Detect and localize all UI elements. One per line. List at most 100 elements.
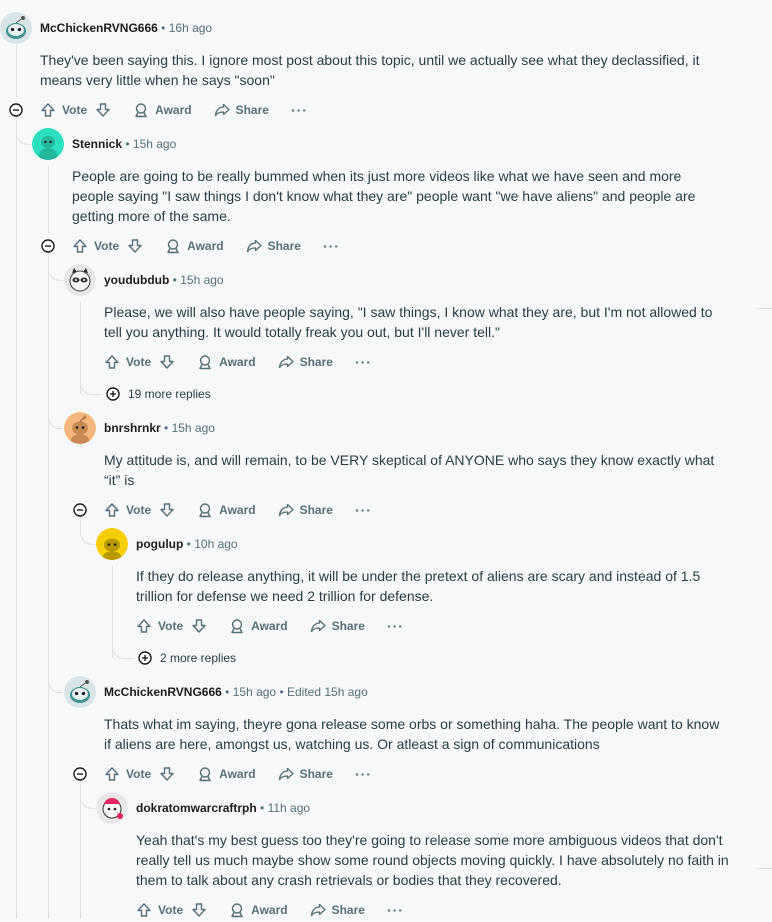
username[interactable]: dokratomwarcraftrph [136,801,257,815]
collapse-button[interactable] [73,503,87,517]
comment-body: People are going to be really bummed whe… [72,168,696,224]
plus-circle-icon [138,651,152,665]
collapse-button[interactable] [41,239,55,253]
share-button[interactable]: Share [278,502,333,518]
upvote-button[interactable]: Vote [136,618,183,634]
upvote-button[interactable]: Vote [72,238,119,254]
downvote-button[interactable] [159,766,175,782]
comment-meta: youdubdub • 15h ago [104,270,224,290]
avatar[interactable] [64,676,96,708]
timestamp[interactable]: 15h ago [233,685,276,699]
more-options-button[interactable]: ··· [291,102,308,118]
more-replies-label: 2 more replies [160,651,237,665]
comment-thread: McChickenRVNG666 • 16h ago They've been … [0,0,772,919]
collapse-button[interactable] [73,767,87,781]
comment-body: They've been saying this. I ignore most … [40,52,700,88]
comment-actions: Vote Award Share ··· [104,498,372,522]
comment-meta: McChickenRVNG666 • 16h ago [40,18,212,38]
vote-label: Vote [126,767,152,781]
award-button[interactable]: Award [229,618,288,634]
share-button[interactable]: Share [246,238,301,254]
timestamp[interactable]: 15h ago [180,273,223,287]
username[interactable]: youdubdub [104,273,169,287]
upvote-button[interactable]: Vote [104,502,151,518]
timestamp[interactable]: 10h ago [194,537,237,551]
more-replies-button[interactable]: 2 more replies [138,648,236,668]
more-replies-label: 19 more replies [128,387,211,401]
timestamp[interactable]: 11h ago [268,801,311,815]
username[interactable]: bnrshrnkr [104,421,161,435]
thread-line[interactable] [16,120,17,919]
award-icon [199,355,211,370]
more-options-button[interactable]: ··· [355,502,372,518]
vote-label: Vote [126,355,152,369]
collapse-button[interactable] [9,103,23,117]
snoo-pink-icon [96,792,128,824]
avatar[interactable] [32,128,64,160]
timestamp[interactable]: 15h ago [133,137,176,151]
award-label: Award [187,239,224,253]
upvote-button[interactable]: Vote [136,902,183,918]
thread-line[interactable] [16,44,17,98]
award-button[interactable]: Award [229,902,288,918]
avatar[interactable] [64,264,96,296]
snoo-cyan-icon [0,12,32,44]
upvote-button[interactable]: Vote [104,354,151,370]
more-options-button[interactable]: ··· [387,618,404,634]
downvote-button[interactable] [159,354,175,370]
award-icon [199,503,211,518]
award-button[interactable]: Award [165,238,224,254]
vote-label: Vote [158,903,184,917]
share-icon [214,103,230,117]
avatar[interactable] [96,528,128,560]
snoo-raccoon-icon [64,264,96,296]
award-button[interactable]: Award [197,502,256,518]
comment-meta: McChickenRVNG666 • 15h ago • Edited 15h … [104,682,368,702]
username[interactable]: pogulup [136,537,183,551]
username[interactable]: McChickenRVNG666 [104,685,222,699]
timestamp[interactable]: 16h ago [169,21,212,35]
username[interactable]: Stennick [72,137,122,151]
downvote-button[interactable] [95,102,111,118]
minus-circle-icon [73,767,87,781]
more-options-button[interactable]: ··· [387,902,404,918]
comment-actions: Vote Award Share ··· [104,762,372,786]
award-button[interactable]: Award [197,354,256,370]
more-replies-button[interactable]: 19 more replies [106,384,211,404]
share-button[interactable]: Share [278,766,333,782]
more-options-button[interactable]: ··· [355,766,372,782]
more-options-button[interactable]: ··· [323,238,340,254]
award-button[interactable]: Award [133,102,192,118]
comment-actions: Vote Award Share ··· [104,350,372,374]
arrow-up-icon [137,619,151,633]
username[interactable]: McChickenRVNG666 [40,21,158,35]
comment-actions: Vote Award Share ··· [72,234,340,258]
vote-label: Vote [158,619,184,633]
share-button[interactable]: Share [214,102,269,118]
share-button[interactable]: Share [310,902,365,918]
avatar[interactable] [0,12,32,44]
thread-connector [80,782,95,809]
comment-body: My attitude is, and will remain, to be V… [104,452,715,488]
share-button[interactable]: Share [310,618,365,634]
award-button[interactable]: Award [197,766,256,782]
vote-label: Vote [62,103,88,117]
downvote-button[interactable] [191,902,207,918]
avatar[interactable] [96,792,128,824]
downvote-button[interactable] [127,238,143,254]
separator: • [260,801,265,815]
avatar[interactable] [64,412,96,444]
timestamp[interactable]: 15h ago [172,421,215,435]
thread-connector [112,636,133,659]
share-icon [278,767,294,781]
award-icon [199,767,211,782]
thread-line[interactable] [80,784,81,919]
more-options-button[interactable]: ··· [355,354,372,370]
upvote-button[interactable]: Vote [40,102,87,118]
downvote-button[interactable] [159,502,175,518]
share-button[interactable]: Share [278,354,333,370]
thread-line[interactable] [48,166,49,234]
minus-circle-icon [73,503,87,517]
upvote-button[interactable]: Vote [104,766,151,782]
downvote-button[interactable] [191,618,207,634]
